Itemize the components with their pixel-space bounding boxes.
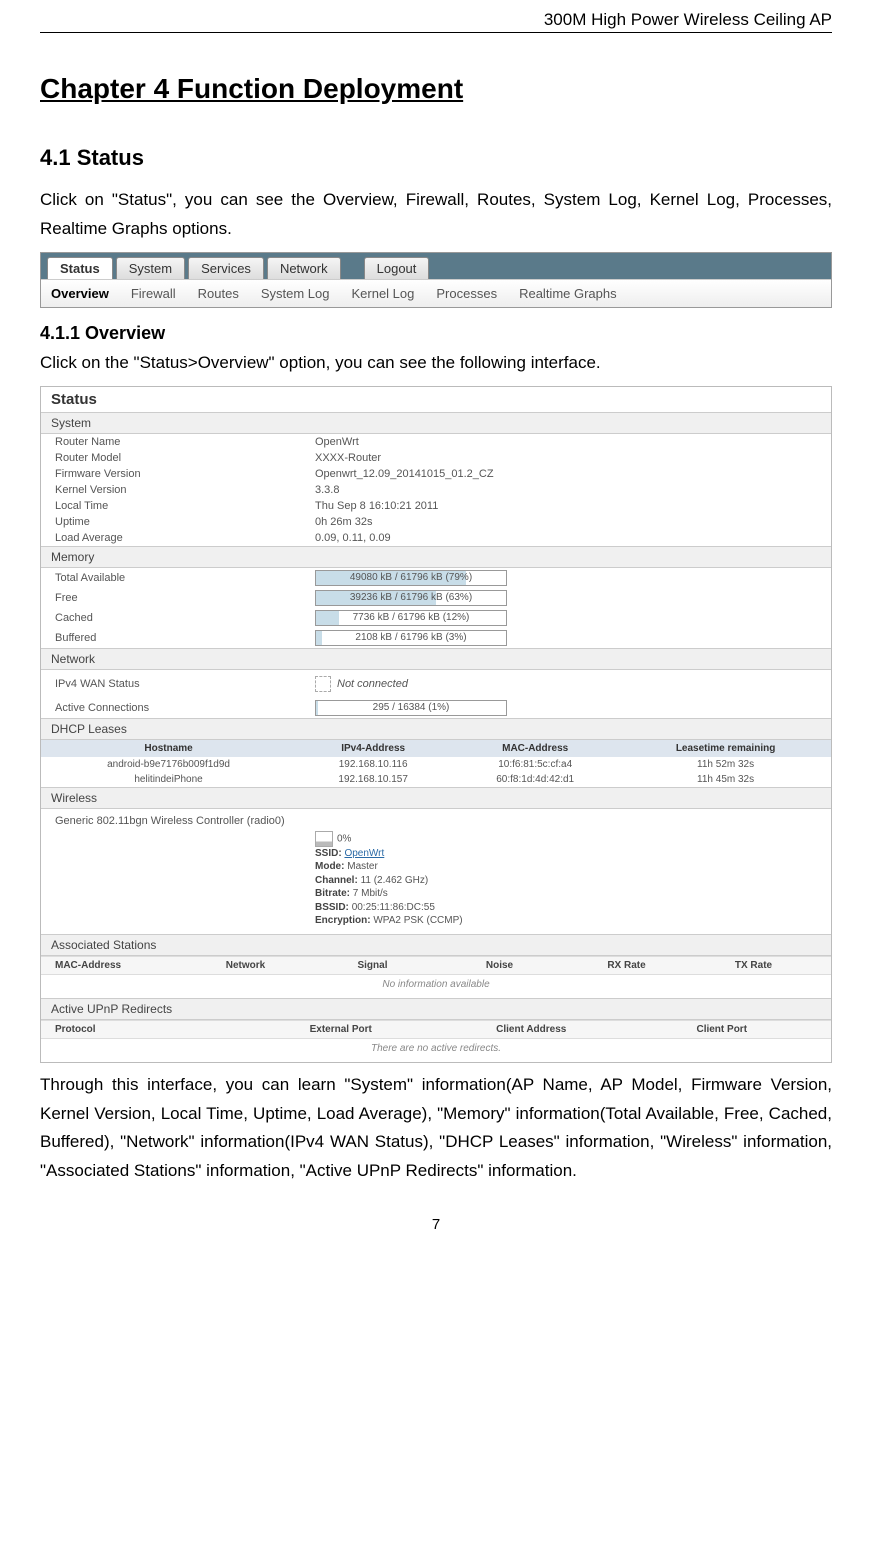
network-heading: Network (41, 648, 831, 670)
label-firmware: Firmware Version (55, 468, 315, 480)
system-heading: System (41, 412, 831, 434)
section-4-1-1-intro: Click on the "Status>Overview" option, y… (40, 349, 832, 378)
tab-status[interactable]: Status (47, 257, 113, 279)
dhcp-heading: DHCP Leases (41, 718, 831, 740)
footer-paragraph: Through this interface, you can learn "S… (40, 1071, 832, 1187)
dhcp-col-mac: MAC-Address (450, 740, 620, 757)
section-4-1-title: 4.1 Status (40, 145, 832, 171)
value-localtime: Thu Sep 8 16:10:21 2011 (315, 500, 817, 512)
bar-conn: 295 / 16384 (1%) (315, 700, 507, 716)
subtab-realtime[interactable]: Realtime Graphs (519, 286, 617, 301)
subtab-firewall[interactable]: Firewall (131, 286, 176, 301)
tab-system[interactable]: System (116, 257, 185, 279)
bar-totalavail: 49080 kB / 61796 kB (79%) (315, 570, 507, 586)
value-uptime: 0h 26m 32s (315, 516, 817, 528)
doc-header: 300M High Power Wireless Ceiling AP (40, 10, 832, 33)
value-bitrate: 7 Mbit/s (353, 888, 388, 899)
label-uptime: Uptime (55, 516, 315, 528)
label-wan: IPv4 WAN Status (55, 678, 315, 690)
value-firmware: Openwrt_12.09_20141015_01.2_CZ (315, 468, 817, 480)
tab-network[interactable]: Network (267, 257, 341, 279)
dhcp-col-ip: IPv4-Address (296, 740, 450, 757)
wireless-heading: Wireless (41, 787, 831, 809)
table-row: android-b9e7176b009f1d9d192.168.10.11610… (41, 757, 831, 772)
value-channel: 11 (2.462 GHz) (361, 875, 429, 886)
subtab-overview[interactable]: Overview (51, 286, 109, 301)
label-buffered: Buffered (55, 632, 315, 644)
section-4-1-1-title: 4.1.1 Overview (40, 323, 832, 344)
value-loadavg: 0.09, 0.11, 0.09 (315, 532, 817, 544)
subtab-processes[interactable]: Processes (436, 286, 497, 301)
upnp-empty: There are no active redirects. (41, 1039, 831, 1062)
assoc-empty: No information available (41, 975, 831, 998)
upnp-heading: Active UPnP Redirects (41, 998, 831, 1020)
label-free: Free (55, 592, 315, 604)
wireless-controller: Generic 802.11bgn Wireless Controller (r… (55, 815, 817, 827)
chapter-title: Chapter 4 Function Deployment (40, 73, 832, 105)
value-wan: Not connected (337, 678, 408, 690)
value-router-model: XXXX-Router (315, 452, 817, 464)
dhcp-table: Hostname IPv4-Address MAC-Address Leaset… (41, 740, 831, 787)
bar-buffered: 2108 kB / 61796 kB (3%) (315, 630, 507, 646)
upnp-columns: ProtocolExternal PortClient AddressClien… (41, 1020, 831, 1039)
subtab-routes[interactable]: Routes (198, 286, 239, 301)
value-bssid: 00:25:11:86:DC:55 (352, 902, 435, 913)
label-conn: Active Connections (55, 702, 315, 714)
value-router-name: OpenWrt (315, 436, 817, 448)
assoc-columns: MAC-AddressNetworkSignalNoiseRX RateTX R… (41, 956, 831, 975)
tab-services[interactable]: Services (188, 257, 264, 279)
memory-heading: Memory (41, 546, 831, 568)
screenshot-status-page: Status System Router NameOpenWrt Router … (40, 386, 832, 1063)
dhcp-col-host: Hostname (41, 740, 296, 757)
tab-logout[interactable]: Logout (364, 257, 430, 279)
wan-disconnected-icon (315, 676, 331, 692)
status-title: Status (41, 387, 831, 412)
subtab-kernellog[interactable]: Kernel Log (351, 286, 414, 301)
table-row: helitindeiPhone192.168.10.15760:f8:1d:4d… (41, 772, 831, 787)
label-kernel: Kernel Version (55, 484, 315, 496)
label-localtime: Local Time (55, 500, 315, 512)
dhcp-col-lease: Leasetime remaining (620, 740, 831, 757)
assoc-heading: Associated Stations (41, 934, 831, 956)
bar-free: 39236 kB / 61796 kB (63%) (315, 590, 507, 606)
label-totalavail: Total Available (55, 572, 315, 584)
signal-icon (315, 831, 333, 847)
label-router-model: Router Model (55, 452, 315, 464)
value-kernel: 3.3.8 (315, 484, 817, 496)
ssid-link[interactable]: OpenWrt (344, 848, 384, 859)
section-4-1-body: Click on "Status", you can see the Overv… (40, 186, 832, 244)
value-mode: Master (347, 861, 378, 872)
screenshot-tabs: Status System Services Network Logout Ov… (40, 252, 832, 308)
label-router-name: Router Name (55, 436, 315, 448)
bar-cached: 7736 kB / 61796 kB (12%) (315, 610, 507, 626)
subtab-systemlog[interactable]: System Log (261, 286, 330, 301)
label-cached: Cached (55, 612, 315, 624)
label-loadavg: Load Average (55, 532, 315, 544)
signal-pct: 0% (337, 833, 351, 844)
page-number: 7 (40, 1216, 832, 1233)
value-enc: WPA2 PSK (CCMP) (373, 915, 462, 926)
